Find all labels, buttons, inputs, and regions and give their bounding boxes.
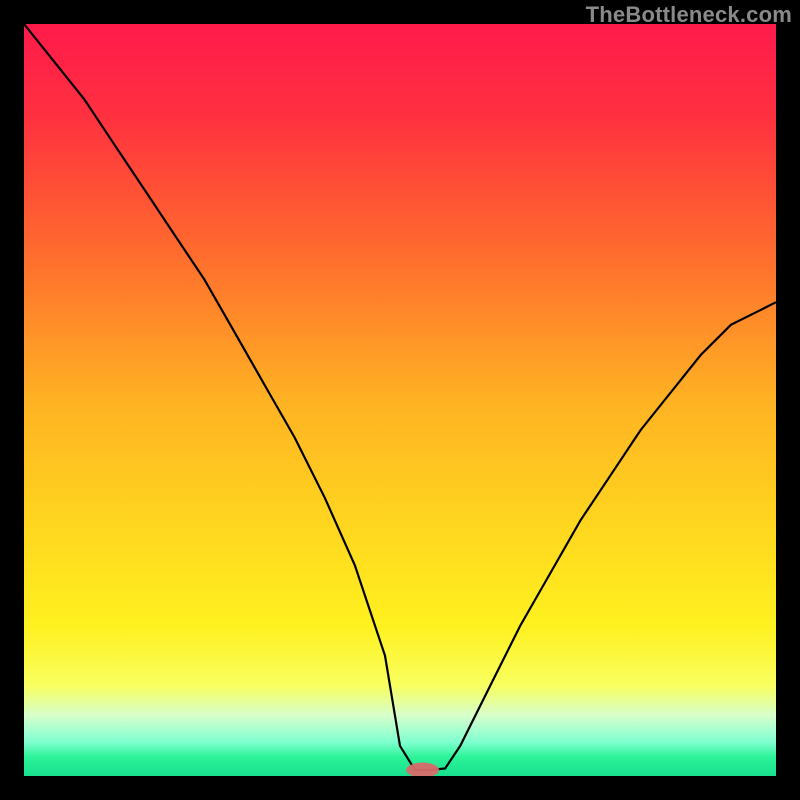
plot-area [24,24,776,776]
watermark-text: TheBottleneck.com [586,2,792,28]
chart-svg [24,24,776,776]
gradient-background [24,24,776,776]
chart-frame: TheBottleneck.com [0,0,800,800]
